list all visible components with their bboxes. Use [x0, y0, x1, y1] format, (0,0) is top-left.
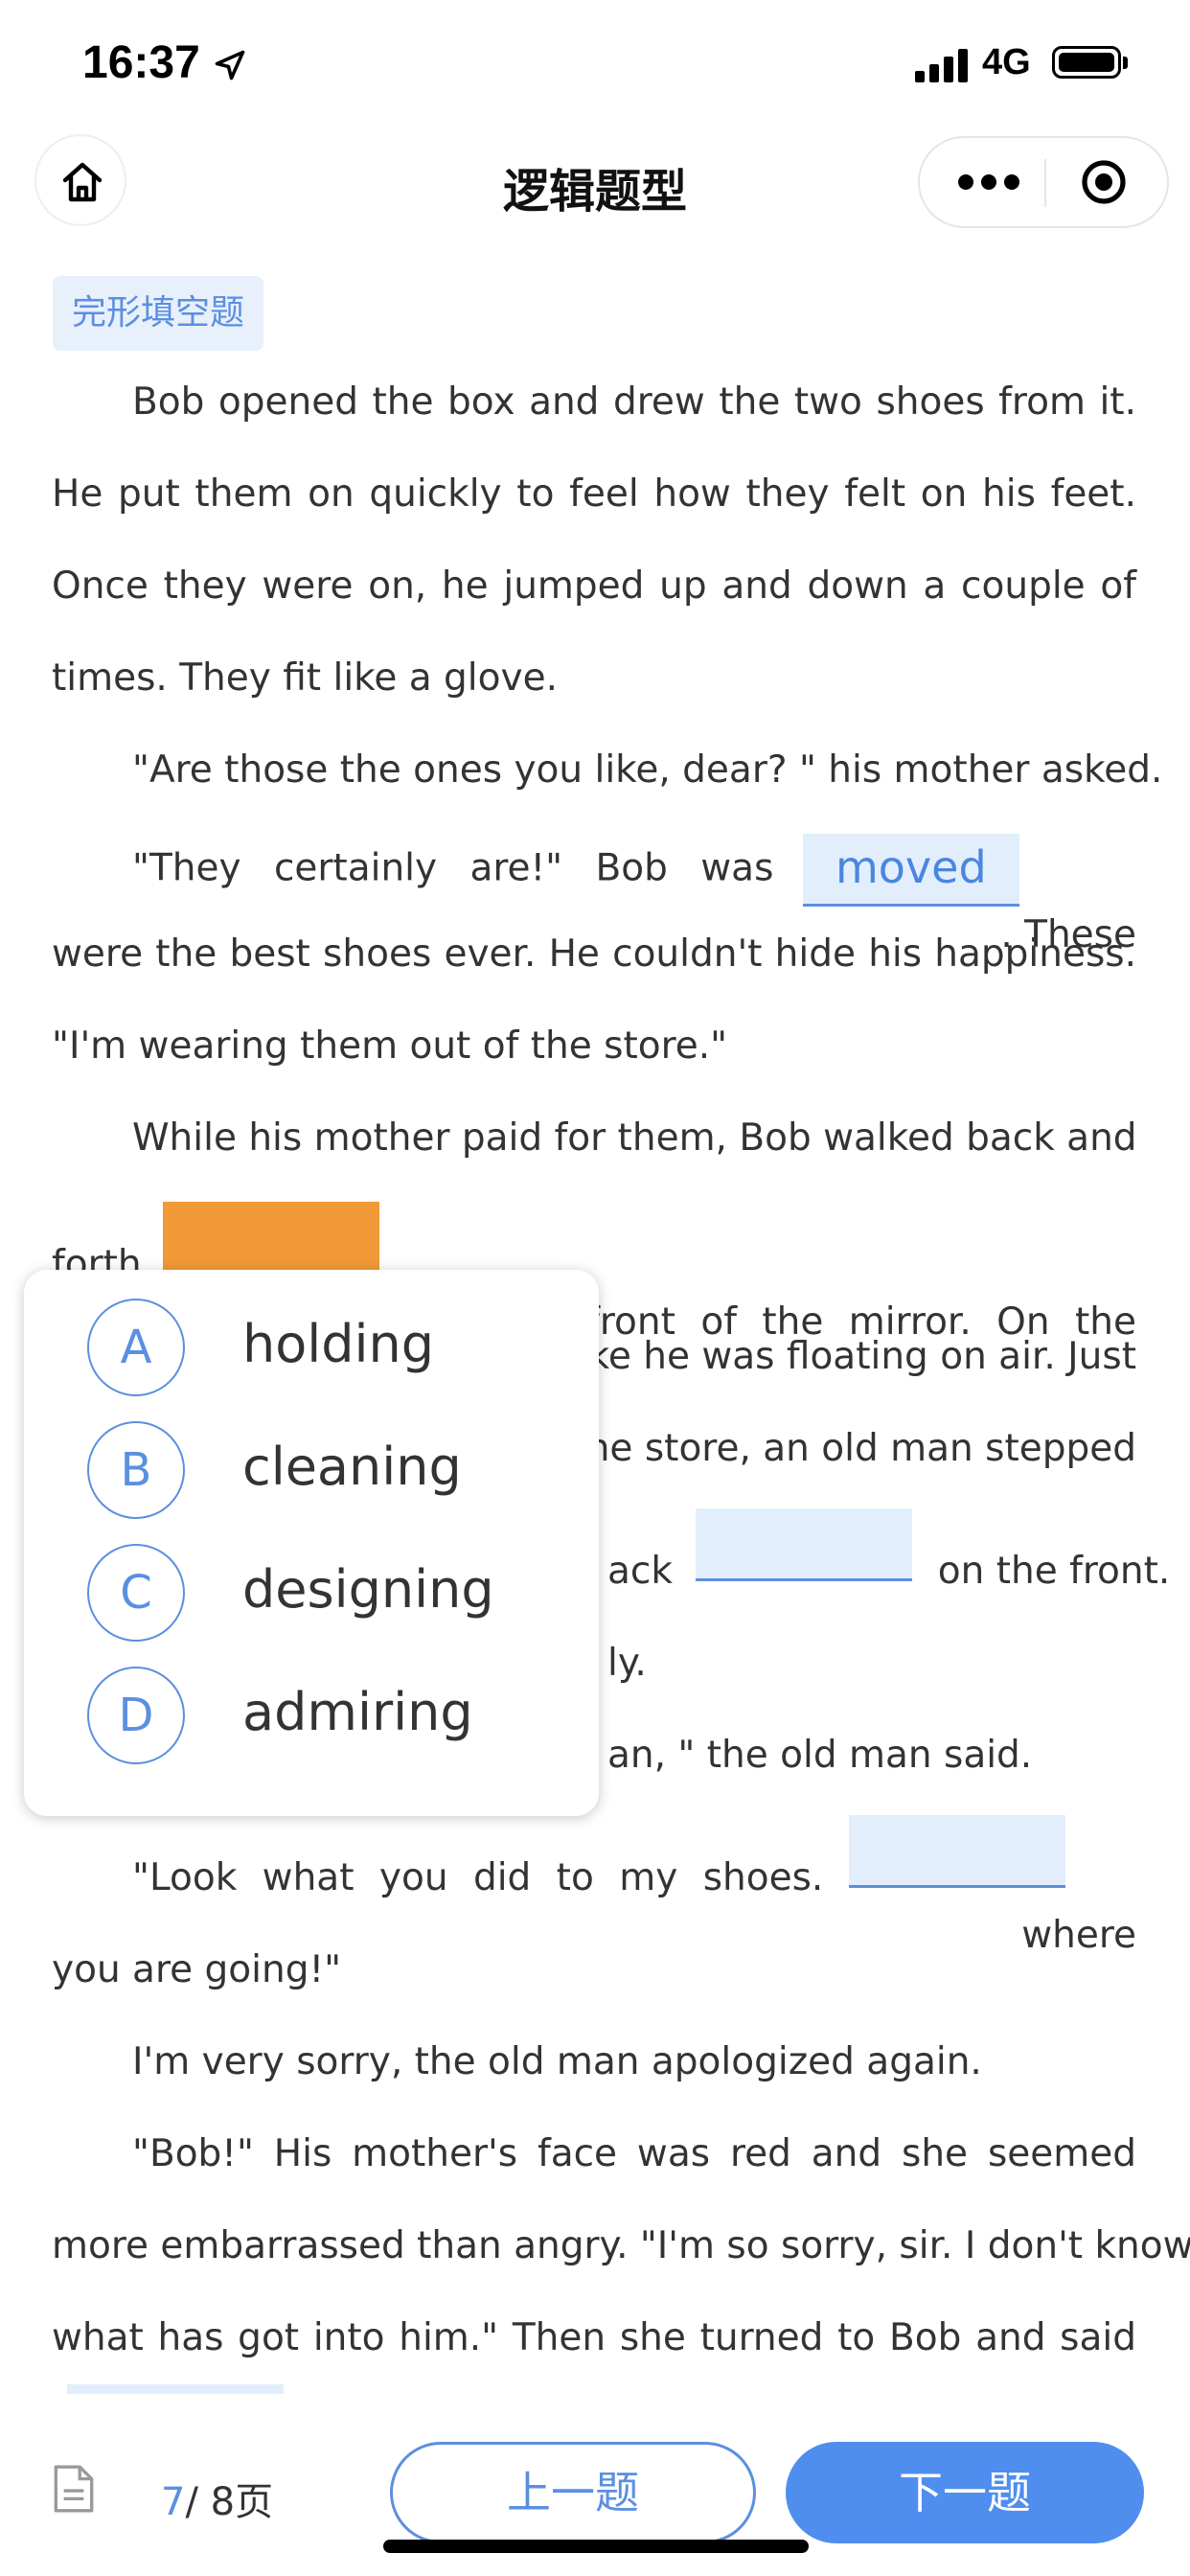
close-target-icon[interactable]: [1081, 159, 1127, 205]
battery-icon: [1052, 46, 1121, 79]
answer-blank[interactable]: [848, 1814, 1065, 1888]
more-icon[interactable]: [958, 174, 1019, 192]
passage-line: Bob opened the box and drew the two shoe…: [132, 380, 1136, 424]
prev-question-button[interactable]: 上一题: [390, 2442, 756, 2543]
option-letter: C: [87, 1544, 185, 1642]
option-text: holding: [242, 1314, 435, 1374]
signal-icon: [915, 48, 973, 82]
option-text: designing: [242, 1559, 494, 1620]
total-pages: / 8页: [185, 2480, 274, 2524]
document-icon[interactable]: [50, 2463, 98, 2515]
miniprogram-capsule: [918, 136, 1169, 228]
option-text: cleaning: [242, 1437, 462, 1497]
capsule-divider: [1044, 159, 1046, 207]
location-arrow-icon: [215, 50, 245, 80]
passage-line: While his mother paid for them, Bob walk…: [132, 1116, 1137, 1160]
passage-line: were the best shoes ever. He couldn't hi…: [52, 932, 1136, 976]
passage-line: Once they were on, he jumped up and down…: [52, 564, 1136, 608]
passage-line: "I'm wearing them out of the store.": [52, 1024, 728, 1068]
passage-text: ack: [607, 1550, 673, 1593]
passage-line: I'm very sorry, the old man apologized a…: [132, 2040, 982, 2083]
option-text: admiring: [242, 1682, 473, 1742]
option-letter: D: [87, 1667, 185, 1764]
answer-blank[interactable]: [696, 1507, 913, 1581]
passage-line: an, " the old man said.: [607, 1734, 1033, 1777]
status-time: 16:37: [82, 37, 200, 88]
status-bar: 16:37 4G: [0, 0, 1190, 125]
passage-line: "Bob!" His mother's face was red and she…: [132, 2132, 1136, 2175]
network-type: 4G: [982, 42, 1031, 82]
question-type-tag: 完形填空题: [53, 276, 263, 351]
passage-line: "They certainly are!" Bob was moved . Th…: [132, 834, 1136, 956]
passage-line: more embarrassed than angry. "I'm so sor…: [52, 2224, 1190, 2267]
option-letter: B: [87, 1421, 185, 1519]
answer-blank-filled[interactable]: moved: [802, 834, 1019, 907]
passage-text: "They certainly are!" Bob was: [132, 846, 774, 890]
passage-line: you are going!": [52, 1948, 342, 1991]
answer-blank[interactable]: [67, 2384, 284, 2394]
current-page: 7: [161, 2480, 186, 2524]
passage-line: ly.: [607, 1642, 647, 1685]
passage-line: times. They fit like a glove.: [52, 656, 558, 700]
home-indicator: [383, 2540, 809, 2553]
passage-line: He put them on quickly to feel how they …: [52, 472, 1136, 516]
passage-text: "Look what you did to my shoes.: [132, 1856, 824, 1899]
passage-line: "Look what you did to my shoes. where: [132, 1814, 1136, 1957]
option-letter: A: [87, 1299, 185, 1396]
battery-cap: [1123, 57, 1128, 69]
passage-line: what has got into him." Then she turned …: [52, 2316, 1136, 2359]
passage-text: on the front.: [937, 1550, 1171, 1593]
answer-blank-active[interactable]: [163, 1201, 380, 1275]
next-question-button[interactable]: 下一题: [786, 2442, 1144, 2543]
passage-line: ack on the front.: [607, 1507, 1170, 1600]
passage-line: "Are those the ones you like, dear? " hi…: [132, 748, 1163, 792]
passage-line: [67, 2384, 284, 2442]
options-popup: A holding B cleaning C designing D admir…: [24, 1270, 599, 1816]
page-indicator: 7/ 8页: [161, 2471, 273, 2526]
